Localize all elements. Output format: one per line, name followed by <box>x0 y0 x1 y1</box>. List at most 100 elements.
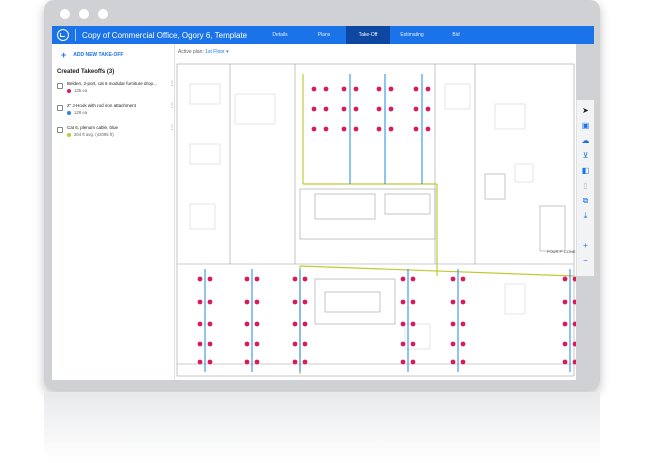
drop-marker[interactable] <box>353 126 359 132</box>
drop-marker[interactable] <box>311 86 317 92</box>
drop-marker[interactable] <box>207 276 213 282</box>
zoom-out-icon[interactable]: − <box>580 256 592 266</box>
takeoff-item[interactable]: Cat 6, plenum cable, blue 204 ft avg. (4… <box>57 125 175 141</box>
drop-marker[interactable] <box>353 106 359 112</box>
drop-marker[interactable] <box>292 299 298 305</box>
drop-marker[interactable] <box>197 321 203 327</box>
drop-marker[interactable] <box>562 359 568 365</box>
stack-icon[interactable]: ⧉ <box>580 196 592 206</box>
drop-marker[interactable] <box>376 106 382 112</box>
drop-marker[interactable] <box>323 126 329 132</box>
drop-marker[interactable] <box>254 341 260 347</box>
drop-marker[interactable] <box>302 341 308 347</box>
drop-marker[interactable] <box>244 299 250 305</box>
drop-marker[interactable] <box>341 86 347 92</box>
drop-marker[interactable] <box>292 276 298 282</box>
zoom-in-icon[interactable]: + <box>580 241 592 251</box>
drop-marker[interactable] <box>425 126 431 132</box>
drop-marker[interactable] <box>460 359 466 365</box>
drop-marker[interactable] <box>244 341 250 347</box>
drop-marker[interactable] <box>460 299 466 305</box>
drop-marker[interactable] <box>254 276 260 282</box>
drop-marker[interactable] <box>353 86 359 92</box>
takeoff-item[interactable]: 2" J-Hook with rod iron attachment 128 e… <box>57 103 175 119</box>
tab-plans[interactable]: Plans <box>302 26 346 44</box>
select-box-icon[interactable]: ▣ <box>580 121 592 131</box>
drop-marker[interactable] <box>311 106 317 112</box>
drop-marker[interactable] <box>207 341 213 347</box>
drop-marker[interactable] <box>400 321 406 327</box>
drop-marker[interactable] <box>388 86 394 92</box>
drop-marker[interactable] <box>254 299 260 305</box>
drop-marker[interactable] <box>302 276 308 282</box>
drop-marker[interactable] <box>341 126 347 132</box>
drop-marker[interactable] <box>413 106 419 112</box>
copy-icon[interactable]: ▯ <box>580 181 592 191</box>
drop-marker[interactable] <box>562 276 568 282</box>
drop-marker[interactable] <box>341 106 347 112</box>
drop-marker[interactable] <box>460 321 466 327</box>
tab-details[interactable]: Details <box>258 26 302 44</box>
drop-marker[interactable] <box>400 341 406 347</box>
drop-marker[interactable] <box>376 86 382 92</box>
drop-marker[interactable] <box>254 359 260 365</box>
drop-marker[interactable] <box>302 299 308 305</box>
drop-marker[interactable] <box>410 276 416 282</box>
drop-marker[interactable] <box>410 359 416 365</box>
window-dot[interactable] <box>79 9 89 19</box>
drop-marker[interactable] <box>572 341 576 347</box>
window-dot[interactable] <box>60 9 70 19</box>
cloud-icon[interactable]: ☁ <box>580 136 592 146</box>
drop-marker[interactable] <box>562 341 568 347</box>
drop-marker[interactable] <box>450 341 456 347</box>
drop-marker[interactable] <box>244 359 250 365</box>
drop-marker[interactable] <box>410 321 416 327</box>
tab-estimating[interactable]: Estimating <box>390 26 434 44</box>
drop-marker[interactable] <box>323 86 329 92</box>
drop-marker[interactable] <box>311 126 317 132</box>
drop-marker[interactable] <box>413 86 419 92</box>
drop-marker[interactable] <box>460 341 466 347</box>
drop-marker[interactable] <box>425 86 431 92</box>
drop-marker[interactable] <box>244 276 250 282</box>
tab-bid[interactable]: Bid <box>434 26 478 44</box>
drop-marker[interactable] <box>197 276 203 282</box>
window-dot[interactable] <box>98 9 108 19</box>
drop-marker[interactable] <box>413 126 419 132</box>
drop-marker[interactable] <box>450 299 456 305</box>
drop-marker[interactable] <box>400 299 406 305</box>
drop-marker[interactable] <box>562 321 568 327</box>
drop-marker[interactable] <box>425 106 431 112</box>
drop-marker[interactable] <box>388 126 394 132</box>
drop-marker[interactable] <box>572 359 576 365</box>
drop-marker[interactable] <box>207 359 213 365</box>
drop-marker[interactable] <box>572 299 576 305</box>
drop-marker[interactable] <box>292 359 298 365</box>
drop-marker[interactable] <box>400 276 406 282</box>
drop-marker[interactable] <box>400 359 406 365</box>
drop-marker[interactable] <box>207 321 213 327</box>
drop-marker[interactable] <box>572 321 576 327</box>
drop-marker[interactable] <box>323 106 329 112</box>
tab-take-off[interactable]: Take-Off <box>346 26 390 44</box>
drop-marker[interactable] <box>244 321 250 327</box>
download-icon[interactable]: ⤓ <box>580 211 592 221</box>
drop-marker[interactable] <box>207 299 213 305</box>
measure-icon[interactable]: ⊻ <box>580 151 592 161</box>
drop-marker[interactable] <box>450 276 456 282</box>
drop-marker[interactable] <box>562 299 568 305</box>
drop-marker[interactable] <box>197 359 203 365</box>
drop-marker[interactable] <box>302 321 308 327</box>
drop-marker[interactable] <box>376 126 382 132</box>
drop-marker[interactable] <box>197 341 203 347</box>
drop-marker[interactable] <box>410 299 416 305</box>
add-takeoff-button[interactable]: + ADD NEW TAKE-OFF <box>61 51 174 60</box>
drop-marker[interactable] <box>292 341 298 347</box>
app-logo-icon[interactable] <box>57 29 69 41</box>
drop-marker[interactable] <box>388 106 394 112</box>
drop-marker[interactable] <box>410 341 416 347</box>
drop-marker[interactable] <box>292 321 298 327</box>
drop-marker[interactable] <box>460 276 466 282</box>
layers-icon[interactable]: ◧ <box>580 166 592 176</box>
takeoff-item[interactable]: Belden, 2-port, cat 6 modular furniture … <box>57 81 175 97</box>
